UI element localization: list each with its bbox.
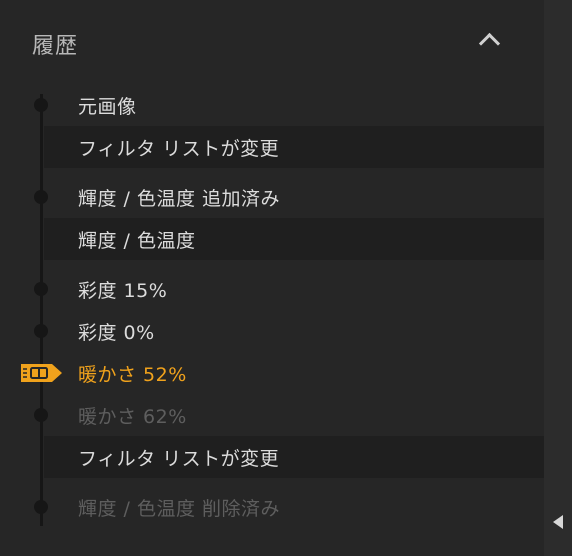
timeline-dot-icon xyxy=(34,98,48,112)
history-item-label: 彩度 15% xyxy=(78,280,168,302)
history-item-label: 彩度 0% xyxy=(78,322,155,344)
history-item-label: 暖かさ 52% xyxy=(78,364,187,386)
history-item-label: 輝度 / 色温度 追加済み xyxy=(78,188,281,210)
history-item-label: フィルタ リストが変更 xyxy=(78,138,280,160)
timeline-dot-icon xyxy=(34,324,48,338)
history-item-label: 暖かさ 62% xyxy=(78,406,187,428)
history-item-current[interactable]: 暖かさ 52% xyxy=(0,352,544,394)
history-item[interactable]: 暖かさ 62% xyxy=(0,394,544,436)
history-item-label: 輝度 / 色温度 削除済み xyxy=(78,498,281,520)
timeline-dot-icon xyxy=(34,500,48,514)
history-item[interactable]: 輝度 / 色温度 追加済み xyxy=(0,176,544,218)
history-item-label: 輝度 / 色温度 xyxy=(78,230,196,252)
triangle-left-icon[interactable] xyxy=(553,515,563,529)
history-panel: 履歴 元画像 フィルタ リストが変更 輝度 / 色温度 追加済み 輝度 / 色温… xyxy=(0,0,544,556)
history-item-label: フィルタ リストが変更 xyxy=(78,448,280,470)
history-group-row[interactable]: フィルタ リストが変更 xyxy=(44,126,544,168)
history-item[interactable]: 彩度 15% xyxy=(0,268,544,310)
history-group-row[interactable]: 輝度 / 色温度 xyxy=(44,218,544,260)
timeline-dot-icon xyxy=(34,190,48,204)
timeline-dot-icon xyxy=(34,282,48,296)
history-item[interactable]: 彩度 0% xyxy=(0,310,544,352)
timeline-dot-icon xyxy=(34,408,48,422)
history-item[interactable]: 輝度 / 色温度 削除済み xyxy=(0,486,544,528)
chevron-up-icon[interactable] xyxy=(478,32,501,55)
history-group-row[interactable]: フィルタ リストが変更 xyxy=(44,436,544,478)
panel-title: 履歴 xyxy=(32,34,79,59)
history-marker-icon[interactable] xyxy=(19,363,63,383)
side-panel-strip xyxy=(544,0,572,556)
history-item[interactable]: 元画像 xyxy=(0,84,544,126)
history-panel-header[interactable]: 履歴 xyxy=(0,0,544,88)
history-item-label: 元画像 xyxy=(78,96,137,118)
